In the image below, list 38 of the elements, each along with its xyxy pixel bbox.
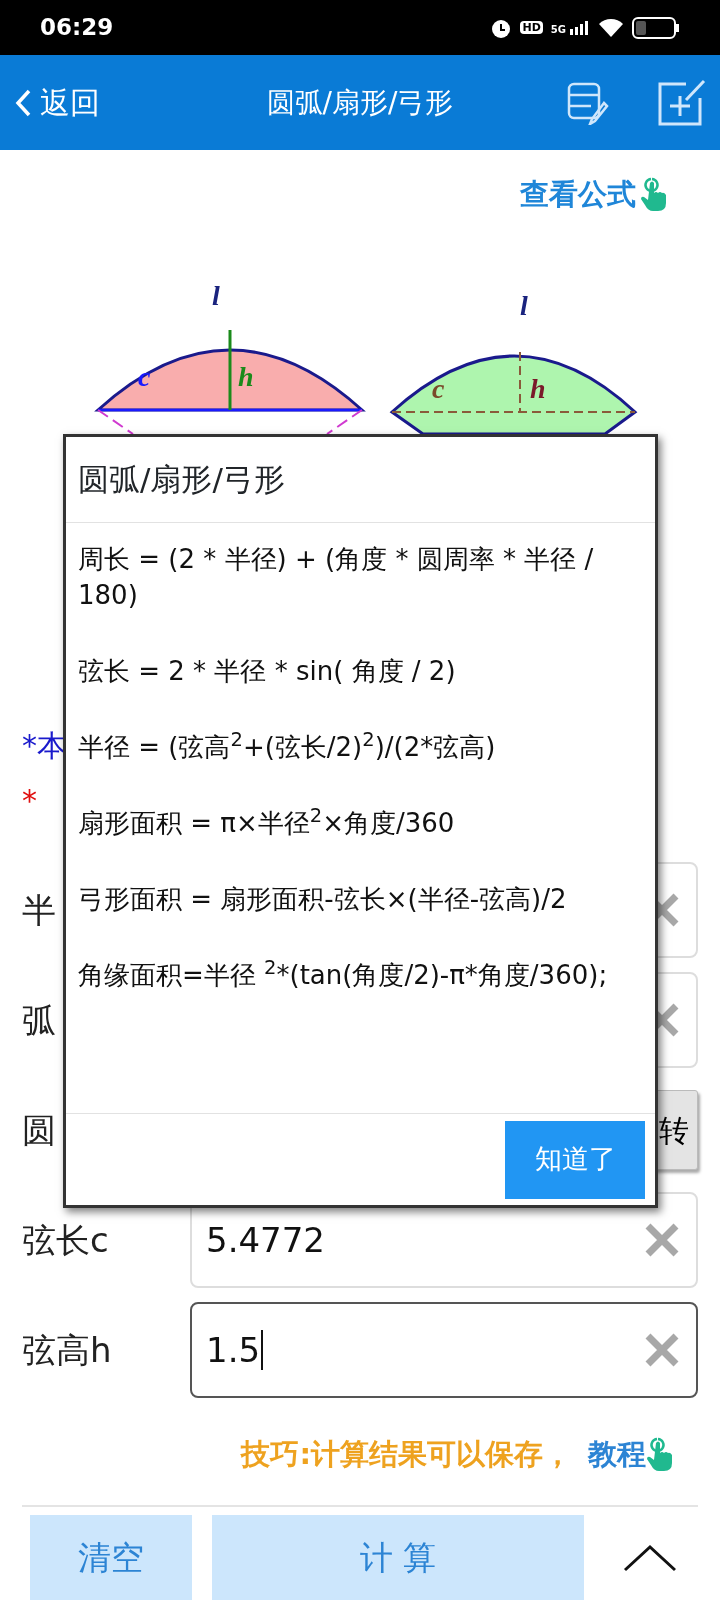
back-button[interactable]: 返回 xyxy=(14,80,100,125)
input-field[interactable]: 1.5 xyxy=(190,1302,698,1398)
field-label: 半 xyxy=(22,889,56,930)
formula-link[interactable]: 查看公式 xyxy=(520,173,636,217)
network-label: 5G xyxy=(550,24,566,35)
field-label: 弦高h xyxy=(22,1329,112,1370)
dialog-title: 圆弧/扇形/弓形 xyxy=(78,460,285,500)
add-note-icon[interactable] xyxy=(656,77,706,128)
hd-badge: HD xyxy=(520,21,543,34)
diagram-label: h xyxy=(238,361,254,392)
chevron-left-icon[interactable] xyxy=(14,87,32,118)
formula-text: 弓形面积 = 扇形面积-弦长×(半径-弦高)/2 xyxy=(78,883,568,916)
diagram-label: l xyxy=(212,280,220,311)
formula-text: 角缘面积=半径 $^{2}$*(tan(角度/2)-π*角度/360); xyxy=(78,957,609,992)
clock-time: 06:29 xyxy=(40,13,114,43)
clear-button[interactable]: 清空 xyxy=(30,1515,192,1600)
battery-icon xyxy=(632,16,680,39)
field-label: 弧 xyxy=(22,999,56,1040)
calculate-button[interactable]: 计 算 xyxy=(212,1515,584,1600)
signal-icon xyxy=(570,20,590,35)
note-text: * xyxy=(22,783,37,818)
notes-edit-icon[interactable] xyxy=(566,80,610,125)
field-label: 弦长c xyxy=(22,1219,109,1260)
field-label: 圆 xyxy=(22,1109,56,1150)
diagram-label: c xyxy=(432,373,445,404)
note-text: *本 xyxy=(22,728,67,763)
diagram-label: h xyxy=(530,373,546,404)
ok-button[interactable]: 知道了 xyxy=(505,1120,645,1199)
tip-text: 技巧:计算结果可以保存， xyxy=(241,1436,572,1474)
chevron-up-icon[interactable] xyxy=(622,1543,678,1573)
formula-text: 周长 = (2 * 半径) + (角度 * 圆周率 * 半径 / 180) xyxy=(78,543,595,612)
tutorial-link[interactable]: 教程 xyxy=(588,1433,646,1477)
formula-text: 扇形面积 = π×半径$^{2}$×角度/360 xyxy=(78,805,456,840)
page-title: 圆弧/扇形/弓形 xyxy=(266,85,454,119)
diagram-label: l xyxy=(520,290,528,321)
formula-text: 弦长 = 2 * 半径 * sin( 角度 / 2) xyxy=(78,655,457,688)
formula-text: 半径 = (弦高$^{2}$+(弦长/2)$^{2}$)/(2*弦高) xyxy=(78,729,497,764)
wifi-icon xyxy=(598,17,624,38)
